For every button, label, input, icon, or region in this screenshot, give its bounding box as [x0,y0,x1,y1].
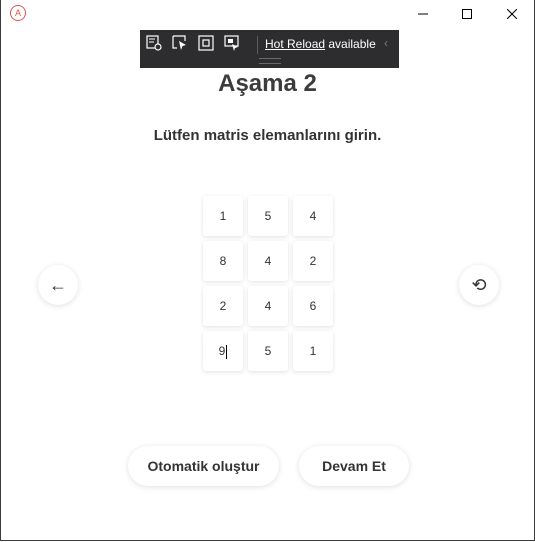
hot-reload-status-text: available [325,37,376,51]
toolbar-separator [257,36,258,54]
minimize-icon [418,13,428,15]
instruction-text: Lütfen matris elemanlarını girin. [153,127,382,144]
display-layout-adorners-icon[interactable] [197,34,217,54]
page-title: Aşama 2 [218,70,317,97]
collapse-toolbar-chevron-icon[interactable]: ‹ [384,36,388,50]
hot-reload-link[interactable]: Hot Reload [265,37,325,51]
refresh-icon: ⟲ [471,274,487,295]
matrix-cell-r3c3[interactable]: 6 [293,286,333,326]
text-caret [226,344,228,359]
matrix-cell-r3c2[interactable]: 4 [248,286,288,326]
maximize-icon [462,9,472,19]
continue-button[interactable]: Devam Et [299,446,409,486]
reset-button[interactable]: ⟲ [459,265,499,305]
matrix-cell-r1c2[interactable]: 5 [248,196,288,236]
close-button[interactable] [489,0,534,28]
matrix-cell-r2c1[interactable]: 8 [203,241,243,281]
back-button[interactable]: ← [38,265,78,305]
auto-generate-button[interactable]: Otomatik oluştur [128,446,279,486]
close-icon [507,9,517,19]
matrix-cell-r1c3[interactable]: 4 [293,196,333,236]
track-focused-element-icon[interactable] [223,34,243,54]
select-element-icon[interactable] [171,34,191,54]
arrow-left-icon: ← [49,274,67,295]
matrix-cell-r2c3[interactable]: 2 [293,241,333,281]
visual-tree-icon[interactable] [145,34,165,54]
hot-reload-status: Hot Reload available [265,36,376,52]
matrix-cell-r4c1[interactable]: 9 [203,331,243,371]
matrix-cell-r2c2[interactable]: 4 [248,241,288,281]
matrix-cell-value: 9 [218,344,226,358]
matrix-cell-r1c1[interactable]: 1 [203,196,243,236]
matrix-cell-r3c1[interactable]: 2 [203,286,243,326]
toolbar-drag-grip[interactable] [259,58,281,64]
title-bar[interactable]: A [1,0,534,28]
matrix-cell-r4c3[interactable]: 1 [293,331,333,371]
maximize-button[interactable] [444,0,490,28]
app-window: A Hot Reload available ‹ Aşama 2 Lütfen … [0,0,535,541]
matrix-cell-r4c2[interactable]: 5 [248,331,288,371]
hot-reload-toolbar: Hot Reload available ‹ [140,30,399,68]
app-logo-icon: A [10,5,26,21]
minimize-button[interactable] [400,0,446,28]
